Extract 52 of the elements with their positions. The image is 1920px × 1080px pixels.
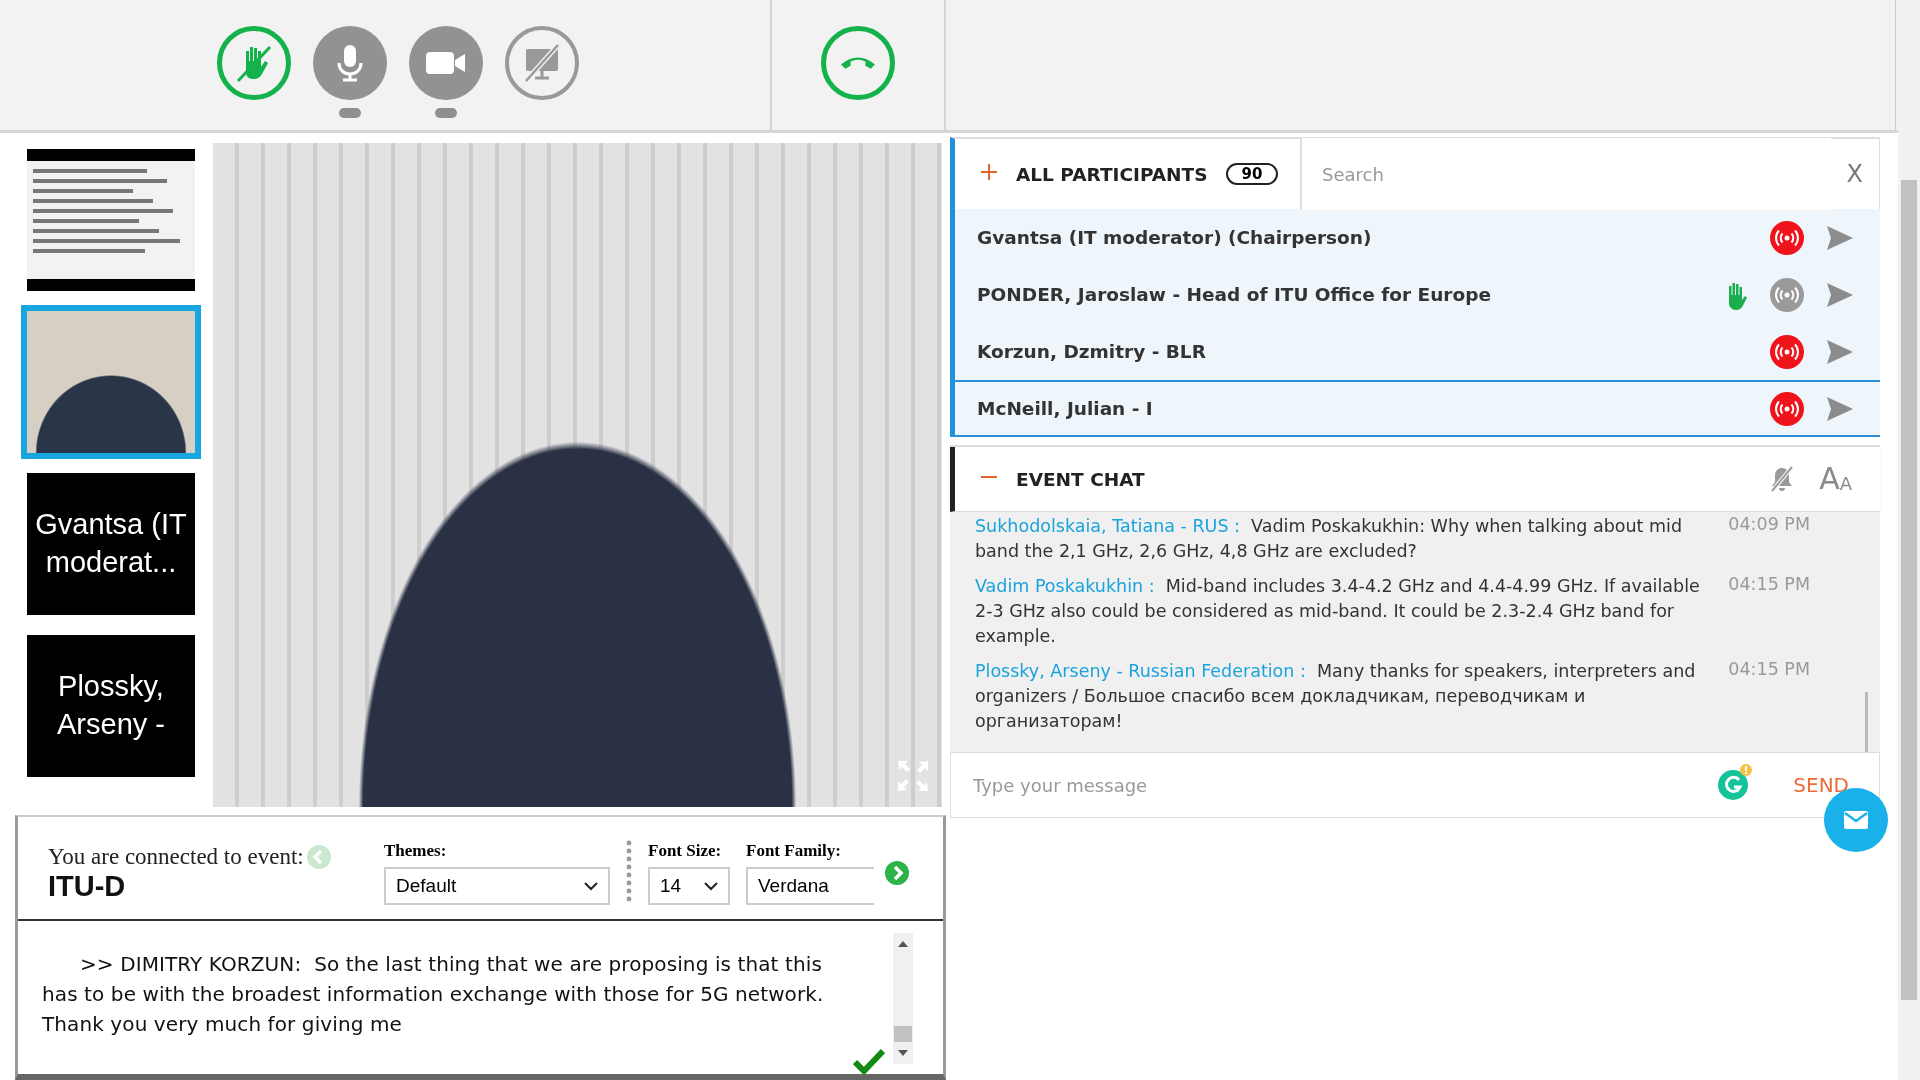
phone-icon bbox=[840, 56, 876, 70]
connected-label: You are connected to event: bbox=[48, 843, 304, 870]
next-icon[interactable] bbox=[884, 860, 910, 886]
themes-label: Themes: bbox=[384, 841, 448, 861]
level-indicator bbox=[339, 108, 361, 118]
chat-message: Sukhodolskaia, Tatiana - RUS : Vadim Poskakukhin: Why when talking about mid band the 2,1 GHz, 2,6 GHz, 4,8 GHz are excluded? bbox=[975, 515, 1684, 563]
participant-name: Gvantsa (IT moderator) (Chairperson) bbox=[977, 227, 1372, 248]
participant-count: 90 bbox=[1225, 163, 1279, 185]
font-size-dropdown[interactable]: 14 bbox=[648, 867, 730, 905]
fullscreen-icon[interactable] bbox=[896, 759, 930, 793]
bell-muted-icon[interactable] bbox=[1769, 465, 1796, 493]
broadcast-icon[interactable] bbox=[1770, 277, 1804, 312]
chevron-down-icon bbox=[584, 881, 598, 891]
themes-dropdown[interactable]: Default bbox=[384, 867, 610, 905]
broadcast-icon[interactable] bbox=[1770, 391, 1804, 426]
message-time: 04:09 PM bbox=[1728, 514, 1810, 536]
search-field[interactable]: Search bbox=[1300, 138, 1831, 210]
participant-name: Korzun, Dzmitry - BLR bbox=[977, 341, 1206, 362]
scrollbar[interactable] bbox=[893, 933, 913, 1064]
video-thumbnail[interactable] bbox=[21, 305, 201, 459]
send-icon[interactable] bbox=[1826, 281, 1854, 308]
send-icon[interactable] bbox=[1826, 338, 1854, 365]
event-name: ITU-D bbox=[48, 869, 127, 903]
participant-row[interactable]: Gvantsa (IT moderator) (Chairperson) bbox=[955, 209, 1880, 266]
scroll-thumb[interactable] bbox=[894, 1026, 912, 1042]
send-icon[interactable] bbox=[1826, 395, 1854, 422]
participant-row[interactable]: PONDER, Jaroslaw - Head of ITU Office for Europe bbox=[955, 266, 1880, 323]
font-family-label: Font Family: bbox=[746, 841, 842, 861]
broadcast-icon[interactable] bbox=[1770, 334, 1804, 369]
chat-message: Vadim Poskakukhin : Mid-band includes 3.4-4.2 GHz and 4.4-4.99 GHz. If available 2-3 GHz also could be considered as mid-band. It could be 2.3-2.4 GHz band for example. bbox=[975, 575, 1701, 648]
transcript-text: >> DIMITRY KORZUN: So the last thing that we are proposing is that this has to be with the broadest information exchange with those for 5G network. Thank you very much for giving me bbox=[42, 951, 825, 1038]
message-time: 04:15 PM bbox=[1728, 659, 1810, 681]
message-time: 04:15 PM bbox=[1728, 574, 1810, 596]
send-icon[interactable] bbox=[1826, 224, 1854, 251]
participant-row[interactable]: McNeill, Julian - I bbox=[955, 380, 1880, 437]
scrollbar[interactable] bbox=[1865, 692, 1868, 752]
level-indicator bbox=[435, 108, 457, 118]
chat-message: Plossky, Arseny - Russian Federation : Many thanks for speakers, interpreters and organizers / Большое спасибо всем докладчикам, переводчикам и организаторам! bbox=[975, 660, 1697, 733]
font-size-label: Font Size: bbox=[648, 841, 723, 861]
broadcast-icon[interactable] bbox=[1770, 220, 1804, 255]
font-family-field[interactable]: Verdana bbox=[746, 867, 874, 905]
participant-name: McNeill, Julian - I bbox=[977, 398, 1153, 419]
chat-title: EVENT CHAT bbox=[1016, 468, 1145, 490]
participant-row[interactable]: Korzun, Dzmitry - BLR bbox=[955, 323, 1880, 380]
scroll-down-icon[interactable] bbox=[897, 1048, 909, 1058]
check-icon bbox=[853, 1048, 885, 1074]
participant-name: PONDER, Jaroslaw - Head of ITU Office for Europe bbox=[977, 284, 1491, 305]
grammar-assistant-icon[interactable] bbox=[1717, 763, 1754, 801]
chevron-down-icon bbox=[704, 881, 718, 891]
close-button[interactable]: X bbox=[1830, 160, 1879, 188]
participants-title: ALL PARTICIPANTS bbox=[1016, 163, 1208, 185]
scroll-up-icon[interactable] bbox=[897, 939, 909, 949]
